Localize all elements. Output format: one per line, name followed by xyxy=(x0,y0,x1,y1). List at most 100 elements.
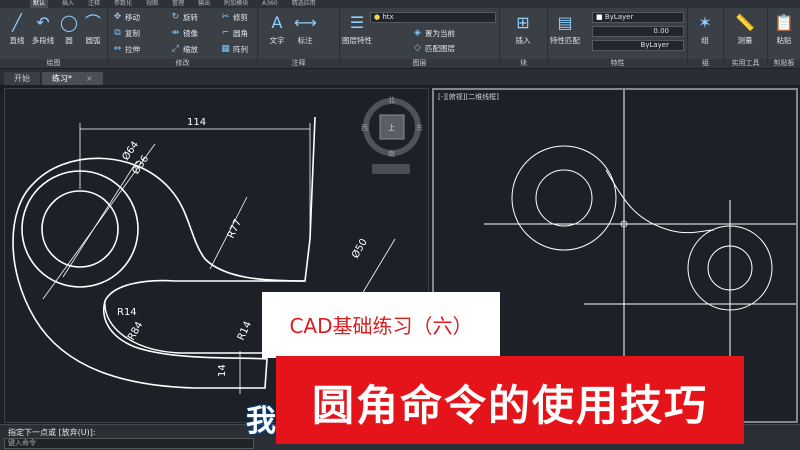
panel-utilities-label: 实用工具 xyxy=(724,59,767,68)
ribbon-tab-output[interactable]: 输出 xyxy=(198,0,210,8)
linetype-dropdown[interactable]: ByLayer xyxy=(592,40,684,51)
trim-button[interactable]: ✂ 修剪 xyxy=(220,12,248,23)
fillet-arc xyxy=(605,169,715,234)
ribbon-tab-insert[interactable]: 插入 xyxy=(62,0,74,8)
right-circle-large-outer xyxy=(511,145,617,251)
title-banner: 圆角命令的使用技巧 xyxy=(276,356,744,444)
ribbon-tab-manage[interactable]: 管理 xyxy=(172,0,184,8)
text-icon: A xyxy=(271,13,283,32)
viewcube-west[interactable]: 西 xyxy=(361,124,368,132)
trim-icon: ✂ xyxy=(221,12,230,22)
part-top-arc xyxy=(32,157,306,282)
stretch-button[interactable]: ⇔ 拉伸 xyxy=(112,44,140,55)
measure-icon: 📏 xyxy=(735,13,755,32)
insert-block-button[interactable]: ⊞ 插入 xyxy=(506,12,540,46)
subtitle-banner: CAD基础练习（六） xyxy=(262,292,500,358)
panel-block: ⊞ 插入 块 xyxy=(500,8,548,68)
dim-r77: R77 xyxy=(226,218,244,240)
command-input[interactable]: 键入命令 xyxy=(4,438,254,449)
panel-modify-label: 修改 xyxy=(108,59,257,68)
panel-annotation-label: 注释 xyxy=(258,59,339,68)
array-icon: ▦ xyxy=(221,44,230,54)
panel-clipboard-label: 剪贴板 xyxy=(768,59,800,68)
arc-button[interactable]: ⌒ 圆弧 xyxy=(76,12,110,46)
set-current-icon: ◈ xyxy=(414,28,421,38)
polyline-icon: ↶ xyxy=(36,13,50,32)
layer-properties-button[interactable]: ☰ 图层特性 xyxy=(340,12,374,46)
panel-clipboard: 📋 粘贴 剪贴板 xyxy=(768,8,800,68)
ribbon-tab-addins[interactable]: 附加模块 xyxy=(224,0,248,8)
ribbon: 默认 插入 注释 参数化 视图 管理 输出 附加模块 A360 精选应用 ╱ 直线… xyxy=(0,0,800,68)
mirror-button[interactable]: ⇹ 镜像 xyxy=(170,28,198,39)
viewcube[interactable]: 北 南 西 东 上 xyxy=(361,96,423,174)
ribbon-tab-parametric[interactable]: 参数化 xyxy=(114,0,132,8)
viewport-right-label[interactable]: [-][俯视][二维线框] xyxy=(438,92,499,102)
layer-dropdown[interactable]: ● htx xyxy=(370,12,496,23)
dim-d50: Ø50 xyxy=(349,237,370,261)
match-layer-icon: ◇ xyxy=(414,43,421,53)
line-icon: ╱ xyxy=(12,13,22,32)
panel-layers-label: 图层 xyxy=(340,59,499,68)
caption-fragment: 我 xyxy=(246,404,276,439)
panel-annotation: A 文字 ⟷ 标注 注释 xyxy=(258,8,340,68)
panel-modify: ✥ 移动 ↻ 旋转 ✂ 修剪 ⧉ 复制 ⇹ 镜像 ⌐ 圆角 ⇔ 拉伸 ⤢ 缩放 ▦ 阵列 修改 xyxy=(108,8,258,68)
viewcube-north[interactable]: 北 xyxy=(388,96,395,104)
paste-button[interactable]: 📋 粘贴 xyxy=(767,12,800,46)
dim-14: 14 xyxy=(217,364,228,377)
panel-properties: ▤ 特性匹配 ■ ByLayer 0.00 ByLayer 特性 xyxy=(548,8,688,68)
ribbon-tab-a360[interactable]: A360 xyxy=(262,0,278,8)
set-current-button[interactable]: ◈ 置为当前 xyxy=(412,28,455,39)
dim-r14-left: R14 xyxy=(117,307,137,318)
match-properties-button[interactable]: ▤ 特性匹配 xyxy=(548,12,582,46)
panel-block-label: 块 xyxy=(500,59,547,68)
panel-layers: ☰ 图层特性 ● htx ◈ 置为当前 ◇ 匹配图层 图层 xyxy=(340,8,500,68)
ribbon-tab-view[interactable]: 视图 xyxy=(146,0,158,8)
lineweight-dropdown[interactable]: 0.00 xyxy=(592,26,684,37)
mirror-icon: ⇹ xyxy=(171,28,180,38)
scale-button[interactable]: ⤢ 缩放 xyxy=(170,44,198,55)
viewcube-east[interactable]: 东 xyxy=(416,123,423,132)
panel-properties-label: 特性 xyxy=(548,59,687,68)
right-circle-large-inner xyxy=(535,169,593,227)
color-dropdown[interactable]: ■ ByLayer xyxy=(592,12,684,23)
ribbon-tab-default[interactable]: 默认 xyxy=(30,0,49,8)
fillet-icon: ⌐ xyxy=(221,28,230,38)
main-hole-inner xyxy=(41,190,119,268)
arc-icon: ⌒ xyxy=(84,13,101,32)
ribbon-tab-featured[interactable]: 精选应用 xyxy=(292,0,316,8)
group-button[interactable]: ✶ 组 xyxy=(688,12,722,46)
doc-tab-start[interactable]: 开始 xyxy=(4,72,40,85)
rotate-button[interactable]: ↻ 旋转 xyxy=(170,12,198,23)
copy-button[interactable]: ⧉ 复制 xyxy=(112,28,140,39)
layer-stack-icon: ☰ xyxy=(349,13,365,32)
panel-utilities: 📏 测量 实用工具 xyxy=(724,8,768,68)
viewcube-south[interactable]: 南 xyxy=(388,149,395,158)
array-button[interactable]: ▦ 阵列 xyxy=(220,44,248,55)
match-properties-icon: ▤ xyxy=(557,13,573,32)
title-text: 圆角命令的使用技巧 xyxy=(311,381,708,430)
dim-114: 114 xyxy=(187,117,206,128)
move-icon: ✥ xyxy=(113,12,122,22)
ribbon-tab-bar: 默认 插入 注释 参数化 视图 管理 输出 附加模块 A360 精选应用 xyxy=(0,0,800,8)
document-tab-bar: 开始 练习* × xyxy=(0,69,800,85)
viewcube-top[interactable]: 上 xyxy=(388,123,395,132)
subtitle-text: CAD基础练习（六） xyxy=(289,314,473,338)
lightbulb-icon: ● xyxy=(374,13,381,21)
dimension-button[interactable]: ⟷ 标注 xyxy=(288,12,322,46)
clipboard-icon: 📋 xyxy=(774,13,794,32)
rotate-icon: ↻ xyxy=(171,12,180,22)
color-swatch-icon: ■ xyxy=(596,13,603,21)
ribbon-tab-annotate[interactable]: 注释 xyxy=(88,0,100,8)
measure-button[interactable]: 📏 测量 xyxy=(728,12,762,46)
close-tab-icon[interactable]: × xyxy=(86,74,93,83)
match-layer-button[interactable]: ◇ 匹配图层 xyxy=(412,43,455,54)
group-icon: ✶ xyxy=(698,13,712,32)
doc-tab-practice[interactable]: 练习* × xyxy=(42,72,103,85)
move-button[interactable]: ✥ 移动 xyxy=(112,12,140,23)
panel-draw: ╱ 直线 ↶ 多段线 ◯ 圆 ⌒ 圆弧 绘图 xyxy=(0,8,108,68)
panel-groups: ✶ 组 组 xyxy=(688,8,724,68)
panel-draw-label: 绘图 xyxy=(0,59,107,68)
scale-icon: ⤢ xyxy=(171,44,180,54)
insert-block-icon: ⊞ xyxy=(516,13,530,32)
fillet-button[interactable]: ⌐ 圆角 xyxy=(220,28,248,39)
